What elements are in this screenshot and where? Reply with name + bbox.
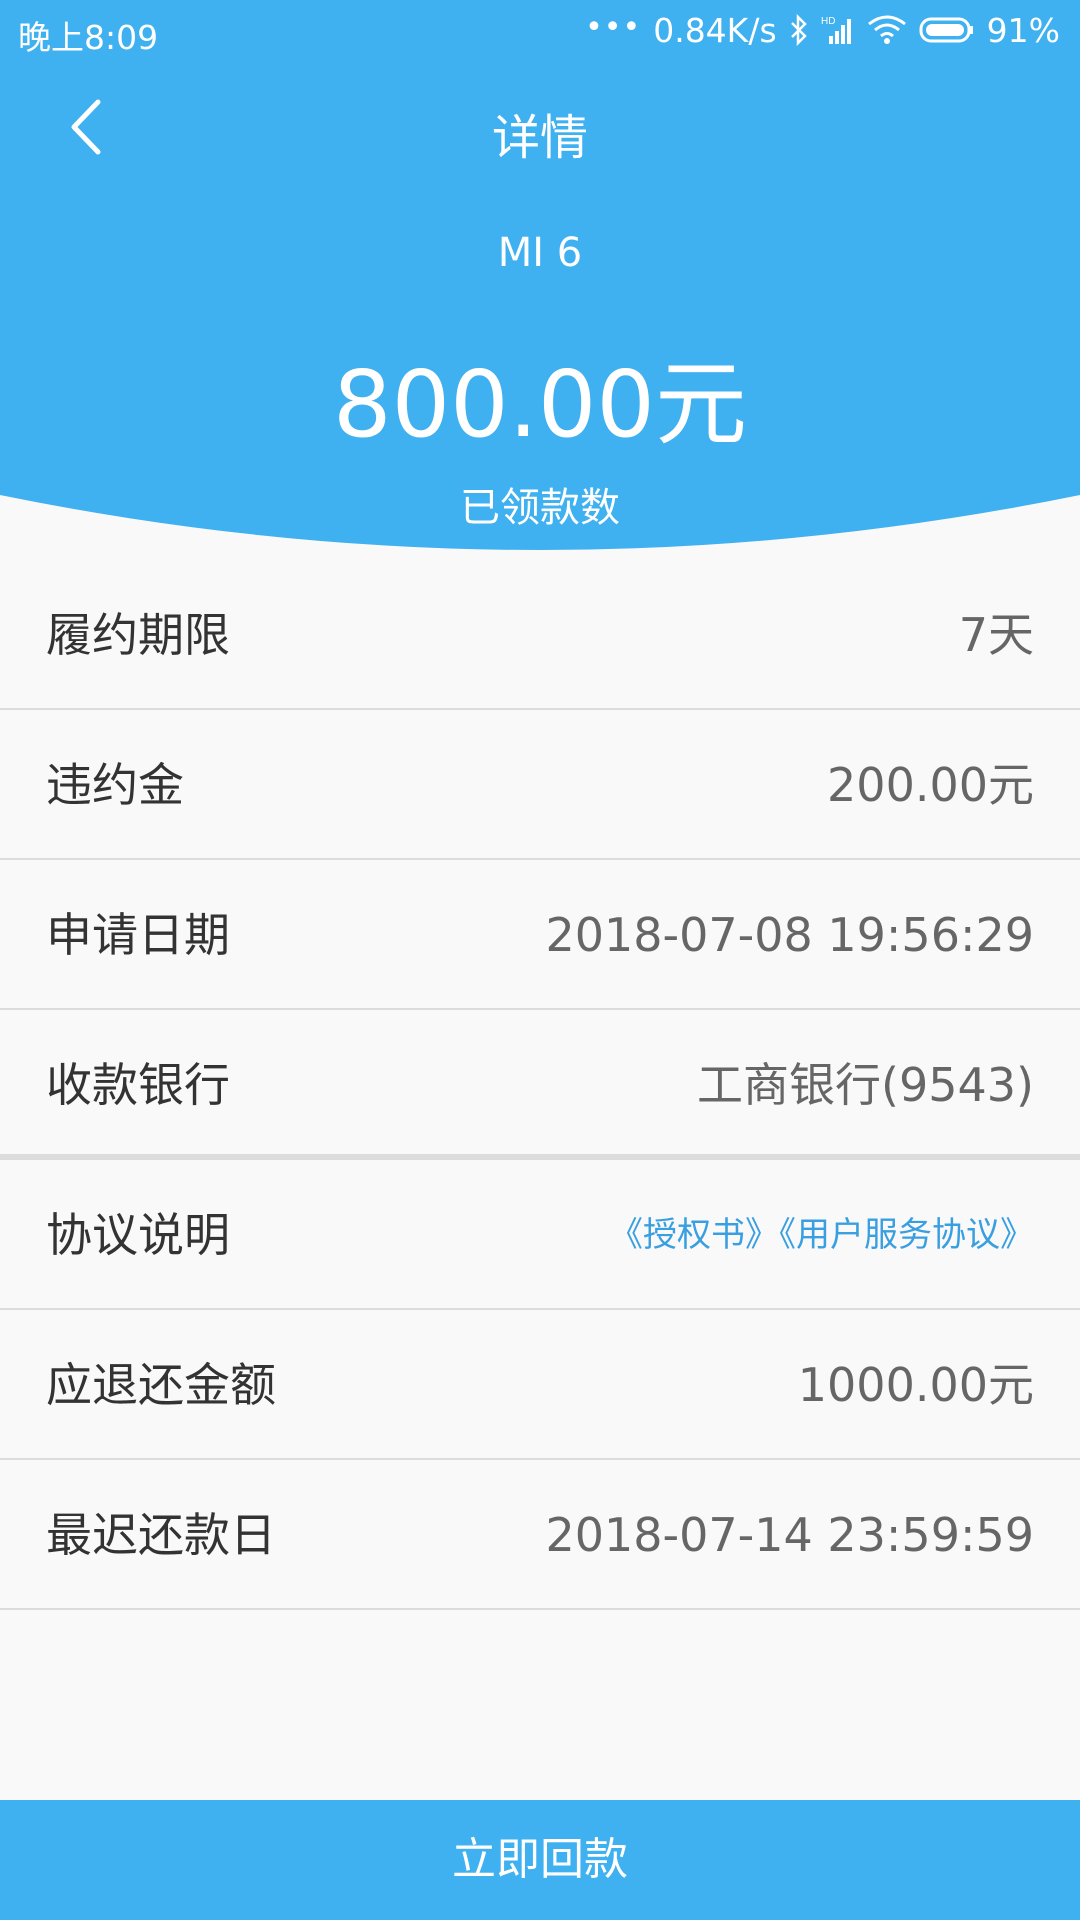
row-value: 1000.00元 [797, 1358, 1034, 1412]
row-value: 2018-07-14 23:59:59 [545, 1508, 1034, 1562]
received-amount-label: 已领款数 [460, 485, 620, 531]
hero-header: 晚上8:09 ••• 0.84K/s HD 91% 详情 MI 6 800.00… [0, 0, 1080, 560]
battery-icon [919, 17, 973, 43]
row-penalty: 违约金 200.00元 [0, 710, 1080, 860]
authorization-link[interactable]: 《授权书》 [609, 1215, 779, 1255]
agreement-links: 《授权书》《用户服务协议》 [609, 1160, 1034, 1310]
detail-list: 履约期限 7天 违约金 200.00元 申请日期 2018-07-08 19:5… [0, 560, 1080, 1610]
wifi-icon [867, 15, 906, 44]
battery-percent: 91% [986, 10, 1060, 50]
row-value: 200.00元 [827, 758, 1034, 812]
row-label: 应退还金额 [46, 1358, 276, 1412]
row-term: 履约期限 7天 [0, 560, 1080, 710]
signal-icon: HD [821, 16, 851, 44]
row-value: 工商银行(9543) [697, 1058, 1034, 1112]
row-value: 7天 [958, 608, 1034, 662]
detail-page: 晚上8:09 ••• 0.84K/s HD 91% 详情 MI 6 800.00… [0, 0, 1080, 1920]
more-dots-icon: ••• [585, 9, 642, 45]
page-title: 详情 [491, 110, 588, 166]
row-label: 最迟还款日 [46, 1508, 276, 1562]
bluetooth-icon [790, 14, 807, 46]
row-value: 2018-07-08 19:56:29 [545, 908, 1034, 962]
row-refund-amount: 应退还金额 1000.00元 [0, 1310, 1080, 1460]
status-bar: 晚上8:09 ••• 0.84K/s HD 91% [0, 0, 1080, 62]
service-agreement-link[interactable]: 《用户服务协议》 [779, 1215, 1034, 1255]
received-amount: 800.00元 [333, 351, 747, 458]
status-time: 晚上8:09 [18, 18, 159, 57]
status-indicators: ••• 0.84K/s HD 91% [585, 10, 1060, 50]
row-label: 申请日期 [46, 908, 230, 962]
network-speed: 0.84K/s [653, 10, 777, 50]
row-label: 违约金 [46, 758, 184, 812]
row-agreement: 协议说明 《授权书》《用户服务协议》 [0, 1160, 1080, 1310]
row-label: 履约期限 [46, 608, 230, 662]
row-label: 收款银行 [46, 1058, 230, 1112]
device-name: MI 6 [497, 230, 583, 276]
repay-now-button[interactable]: 立即回款 [0, 1800, 1080, 1920]
svg-text:HD: HD [821, 16, 835, 27]
row-bank: 收款银行 工商银行(9543) [0, 1010, 1080, 1160]
row-label: 协议说明 [46, 1208, 230, 1262]
row-apply-date: 申请日期 2018-07-08 19:56:29 [0, 860, 1080, 1010]
row-due-date: 最迟还款日 2018-07-14 23:59:59 [0, 1460, 1080, 1610]
